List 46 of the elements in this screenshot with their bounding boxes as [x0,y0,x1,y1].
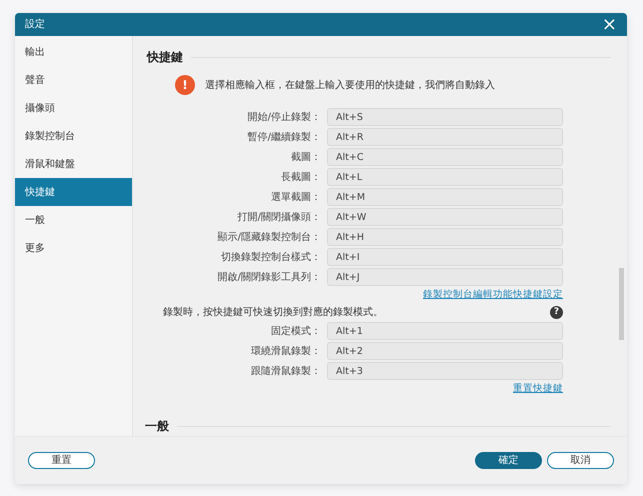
sidebar-item[interactable]: 輸出 [15,38,132,66]
shortcut-field[interactable]: Alt+3 [327,362,563,380]
close-button[interactable]: × [600,16,619,34]
help-icon: ? [550,306,563,319]
shortcut-label: 固定模式： [270,324,322,338]
sidebar-item[interactable]: 攝像頭 [15,94,132,122]
ok-button[interactable]: 確定 [475,452,542,469]
shortcut-label: 開始/停止錄製： [246,110,322,124]
console-shortcut-link[interactable]: 錄製控制台編輯功能快捷鍵設定 [423,289,563,300]
shortcut-field[interactable]: Alt+H [327,228,563,246]
window-title: 設定 [25,18,45,32]
shortcut-label: 跟隨滑鼠錄製： [250,364,322,378]
shortcut-field[interactable]: Alt+C [327,148,563,166]
sidebar-item[interactable]: 更多 [15,234,132,262]
shortcut-field[interactable]: Alt+J [327,268,563,286]
shortcut-field[interactable]: Alt+2 [327,342,563,360]
reset-button[interactable]: 重置 [28,452,95,469]
shortcut-field[interactable]: Alt+M [327,188,563,206]
notice-text: 選擇相應輸入框，在鍵盤上輸入要使用的快捷鍵，我們將自動錄入 [205,78,495,92]
shortcut-label: 截圖： [290,150,322,164]
shortcut-label: 暫停/繼續錄製： [246,130,322,144]
sidebar-item[interactable]: 快捷鍵 [15,178,132,206]
shortcut-field[interactable]: Alt+L [327,168,563,186]
section-title: 快捷鍵 [147,49,183,66]
shortcut-label: 環繞滑鼠錄製： [250,344,322,358]
shortcut-label: 打開/關閉攝像頭： [236,210,322,224]
shortcut-label: 開啟/關閉錄影工具列： [216,270,322,284]
shortcut-field[interactable]: Alt+W [327,208,563,226]
shortcut-field[interactable]: Alt+S [327,108,563,126]
cancel-button[interactable]: 取消 [547,452,614,469]
scrollbar-thumb[interactable] [619,268,624,340]
shortcut-label: 選單截圖： [270,190,322,204]
shortcut-label: 長截圖： [280,170,322,184]
sidebar-item[interactable]: 滑鼠和鍵盤 [15,150,132,178]
sidebar-item[interactable]: 錄製控制台 [15,122,132,150]
mode-note: 錄製時，按快捷鍵可快速切換到對應的錄製模式。 [163,306,383,320]
sidebar-item[interactable]: 一般 [15,206,132,234]
reset-shortcuts-link[interactable]: 重置快捷鍵 [513,383,563,394]
shortcut-field[interactable]: Alt+R [327,128,563,146]
shortcut-label: 切換錄製控制台樣式： [220,250,322,264]
shortcut-label: 顯示/隱藏錄製控制台： [216,230,322,244]
shortcut-field[interactable]: Alt+1 [327,322,563,340]
shortcut-field[interactable]: Alt+I [327,248,563,266]
sidebar-item[interactable]: 聲音 [15,66,132,94]
warning-icon: ! [175,75,195,95]
section-title: 一般 [145,418,169,435]
